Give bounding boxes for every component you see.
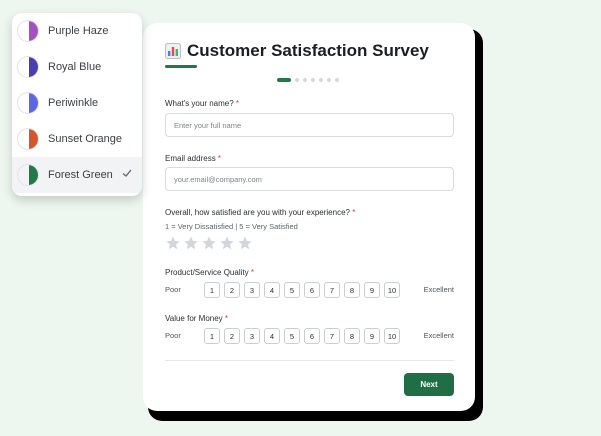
next-button[interactable]: Next bbox=[404, 373, 454, 396]
email-input[interactable] bbox=[165, 167, 454, 191]
star-icon[interactable] bbox=[183, 235, 199, 251]
progress-dot-active bbox=[277, 78, 291, 82]
theme-label: Sunset Orange bbox=[48, 133, 122, 145]
scale-option[interactable]: 2 bbox=[224, 328, 240, 344]
color-swatch-icon bbox=[17, 20, 39, 42]
scale-option[interactable]: 3 bbox=[244, 282, 260, 298]
scale-option[interactable]: 8 bbox=[344, 282, 360, 298]
progress-dot bbox=[327, 78, 331, 82]
theme-label: Forest Green bbox=[48, 169, 113, 181]
scale-option[interactable]: 7 bbox=[324, 282, 340, 298]
scale-buttons: 1 2 3 4 5 6 7 8 9 10 bbox=[204, 328, 404, 344]
star-icon[interactable] bbox=[237, 235, 253, 251]
theme-option-forest-green[interactable]: Forest Green bbox=[12, 157, 142, 193]
check-icon bbox=[122, 169, 132, 177]
scale-option[interactable]: 1 bbox=[204, 282, 220, 298]
progress-dot bbox=[335, 78, 339, 82]
title-row: Customer Satisfaction Survey bbox=[165, 41, 429, 61]
scale-option[interactable]: 5 bbox=[284, 328, 300, 344]
color-swatch-icon bbox=[17, 128, 39, 150]
scale-option[interactable]: 4 bbox=[264, 282, 280, 298]
progress-dot bbox=[303, 78, 307, 82]
scale-option[interactable]: 10 bbox=[384, 328, 400, 344]
email-label-text: Email address bbox=[165, 154, 216, 163]
scale-option[interactable]: 4 bbox=[264, 328, 280, 344]
scale-option[interactable]: 9 bbox=[364, 282, 380, 298]
star-icon[interactable] bbox=[219, 235, 235, 251]
satisfaction-label-text: Overall, how satisfied are you with your… bbox=[165, 208, 350, 217]
name-label: What's your name? * bbox=[165, 99, 239, 108]
star-icon[interactable] bbox=[165, 235, 181, 251]
scale-option[interactable]: 6 bbox=[304, 328, 320, 344]
theme-label: Royal Blue bbox=[48, 61, 102, 73]
required-mark: * bbox=[352, 208, 356, 217]
scale-low-label: Poor bbox=[165, 331, 181, 340]
star-rating bbox=[165, 235, 255, 251]
progress-dot bbox=[295, 78, 299, 82]
required-mark: * bbox=[224, 314, 229, 323]
star-icon[interactable] bbox=[201, 235, 217, 251]
value-label: Value for Money * bbox=[165, 314, 228, 323]
bar-chart-icon bbox=[165, 43, 181, 59]
color-swatch-icon bbox=[17, 92, 39, 114]
name-input[interactable] bbox=[165, 113, 454, 137]
quality-label-text: Product/Service Quality bbox=[165, 268, 249, 277]
theme-picker: Purple Haze Royal Blue Periwinkle Sunset… bbox=[12, 13, 142, 196]
title-underline bbox=[165, 65, 197, 68]
required-mark: * bbox=[250, 268, 254, 277]
progress-indicator bbox=[277, 78, 343, 82]
theme-option-sunset-orange[interactable]: Sunset Orange bbox=[12, 121, 142, 157]
satisfaction-label: Overall, how satisfied are you with your… bbox=[165, 208, 355, 217]
scale-high-label: Excellent bbox=[423, 331, 454, 340]
progress-dot bbox=[311, 78, 315, 82]
theme-option-royal-blue[interactable]: Royal Blue bbox=[12, 49, 142, 85]
color-swatch-icon bbox=[17, 164, 39, 186]
divider bbox=[165, 360, 454, 361]
scale-buttons: 1 2 3 4 5 6 7 8 9 10 bbox=[204, 282, 404, 298]
color-swatch-icon bbox=[17, 56, 39, 78]
scale-option[interactable]: 10 bbox=[384, 282, 400, 298]
scale-option[interactable]: 6 bbox=[304, 282, 320, 298]
scale-option[interactable]: 8 bbox=[344, 328, 360, 344]
value-label-text: Value for Money bbox=[165, 314, 223, 323]
theme-label: Purple Haze bbox=[48, 25, 109, 37]
satisfaction-hint: 1 = Very Dissatisfied | 5 = Very Satisfi… bbox=[165, 222, 298, 231]
scale-option[interactable]: 3 bbox=[244, 328, 260, 344]
theme-option-purple-haze[interactable]: Purple Haze bbox=[12, 13, 142, 49]
survey-card: Customer Satisfaction Survey What's your… bbox=[143, 23, 475, 411]
scale-high-label: Excellent bbox=[423, 285, 454, 294]
scale-option[interactable]: 7 bbox=[324, 328, 340, 344]
scale-option[interactable]: 1 bbox=[204, 328, 220, 344]
theme-label: Periwinkle bbox=[48, 97, 99, 109]
theme-option-periwinkle[interactable]: Periwinkle bbox=[12, 85, 142, 121]
required-mark: * bbox=[235, 99, 240, 108]
scale-option[interactable]: 2 bbox=[224, 282, 240, 298]
value-scale: Poor 1 2 3 4 5 6 7 8 9 10 Excellent bbox=[165, 328, 454, 344]
quality-scale: Poor 1 2 3 4 5 6 7 8 9 10 Excellent bbox=[165, 282, 454, 298]
scale-option[interactable]: 9 bbox=[364, 328, 380, 344]
page-title: Customer Satisfaction Survey bbox=[187, 41, 429, 60]
quality-label: Product/Service Quality * bbox=[165, 268, 254, 277]
progress-dot bbox=[319, 78, 323, 82]
name-label-text: What's your name? bbox=[165, 99, 234, 108]
scale-option[interactable]: 5 bbox=[284, 282, 300, 298]
scale-low-label: Poor bbox=[165, 285, 181, 294]
required-mark: * bbox=[217, 154, 222, 163]
email-label: Email address * bbox=[165, 154, 221, 163]
